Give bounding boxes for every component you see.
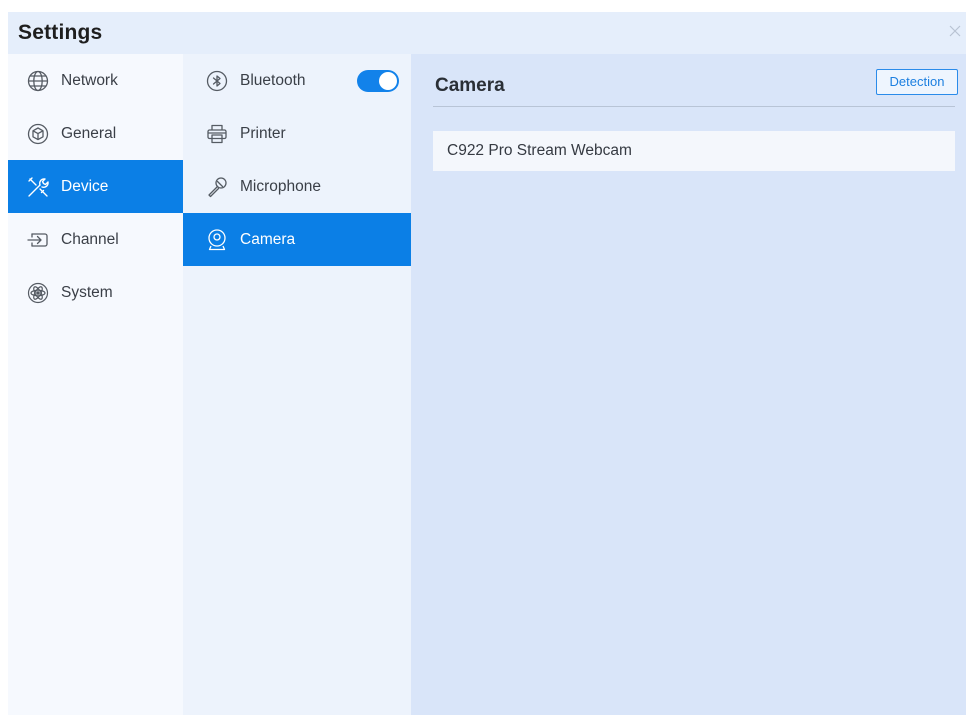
subnav-item-label: Camera [240, 230, 296, 248]
camera-icon [205, 228, 229, 252]
sidebar-item-network[interactable]: Network [8, 54, 183, 107]
subnav-item-printer[interactable]: Printer [183, 107, 411, 160]
subnav-item-label: Bluetooth [240, 71, 306, 89]
subnav-item-bluetooth[interactable]: Bluetooth [183, 54, 411, 107]
device-subnav: Bluetooth Printer Microphone Camera [183, 54, 411, 715]
subnav-item-camera[interactable]: Camera [183, 213, 411, 266]
window-title: Settings [18, 21, 103, 44]
sidebar-item-general[interactable]: General [8, 107, 183, 160]
subnav-item-microphone[interactable]: Microphone [183, 160, 411, 213]
sidebar-item-system[interactable]: System [8, 266, 183, 319]
close-icon[interactable] [946, 22, 964, 40]
sidebar-item-label: Network [61, 71, 118, 89]
sidebar-item-device[interactable]: Device [8, 160, 183, 213]
sidebar-item-label: General [61, 124, 117, 142]
input-icon [26, 228, 50, 252]
sidebar-item-label: System [61, 283, 113, 301]
camera-panel: Camera Detection C922 Pro Stream Webcam [411, 54, 966, 715]
panel-header: Camera Detection [433, 68, 958, 107]
list-item[interactable]: C922 Pro Stream Webcam [433, 131, 955, 171]
toggle-knob [379, 72, 397, 90]
printer-icon [205, 122, 229, 146]
panel-title: Camera [435, 75, 505, 96]
camera-list: C922 Pro Stream Webcam [433, 131, 955, 177]
category-sidebar: Network General Device Channel System [8, 54, 183, 715]
subnav-item-label: Printer [240, 124, 286, 142]
title-bar: Settings [8, 12, 966, 54]
detection-button[interactable]: Detection [876, 69, 958, 95]
cube-icon [26, 122, 50, 146]
bluetooth-toggle[interactable] [357, 70, 399, 92]
atom-icon [26, 281, 50, 305]
subnav-item-label: Microphone [240, 177, 321, 195]
sidebar-item-channel[interactable]: Channel [8, 213, 183, 266]
tools-icon [26, 175, 50, 199]
sidebar-item-label: Channel [61, 230, 119, 248]
globe-icon [26, 69, 50, 93]
settings-window: Settings Network General Device Channel … [8, 12, 966, 715]
sidebar-item-label: Device [61, 177, 109, 195]
bluetooth-icon [205, 69, 229, 93]
microphone-icon [205, 175, 229, 199]
